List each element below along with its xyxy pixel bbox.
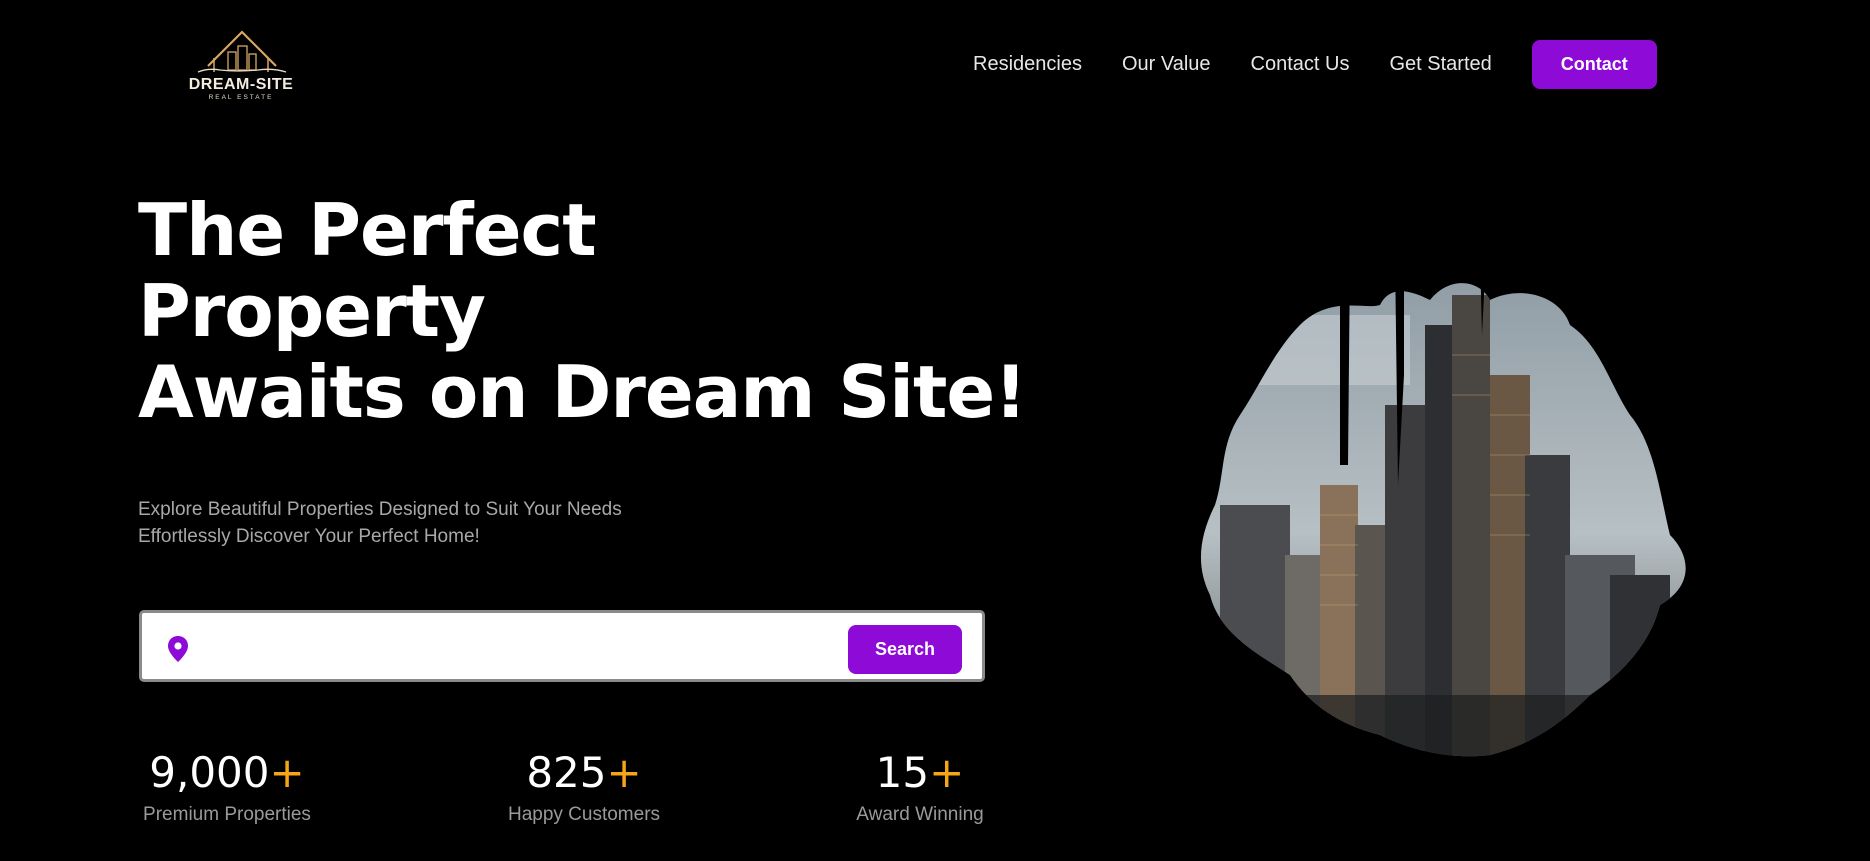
stat-happy-customers: 825+ Happy Customers (502, 748, 666, 826)
stat-value: 15+ (875, 748, 965, 797)
search-button[interactable]: Search (848, 625, 962, 674)
contact-button[interactable]: Contact (1531, 40, 1657, 89)
stat-award-winning: 15+ Award Winning (852, 748, 988, 826)
hero-subtitle-line: Explore Beautiful Properties Designed to… (138, 499, 622, 520)
house-skyline-icon (197, 30, 287, 73)
stat-value: 9,000+ (149, 748, 305, 797)
city-skyline-image (1200, 255, 1686, 757)
hero-subtitle: Explore Beautiful Properties Designed to… (138, 496, 622, 550)
brand-name: DREAM-SITE (188, 76, 294, 93)
stat-label: Award Winning (856, 804, 984, 825)
brand-logo[interactable]: DREAM-SITE REAL ESTATE (188, 26, 294, 102)
nav-link-get-started[interactable]: Get Started (1389, 53, 1491, 76)
hero-title-line: Property (138, 269, 486, 353)
brand-tagline: REAL ESTATE (208, 94, 274, 101)
stat-label: Premium Properties (143, 804, 311, 825)
hero-subtitle-line: Effortlessly Discover Your Perfect Home! (138, 526, 480, 547)
hero-title-line: The Perfect (138, 188, 597, 272)
search-bar: Search (139, 610, 985, 682)
location-pin-icon (168, 636, 188, 662)
hero-title-line: Awaits on Dream Site! (138, 350, 1027, 434)
main-nav: Residencies Our Value Contact Us Get Sta… (973, 40, 1657, 89)
stat-label: Happy Customers (507, 804, 661, 825)
hero-title: The Perfect Property Awaits on Dream Sit… (138, 188, 1027, 434)
search-input[interactable] (206, 631, 780, 667)
stat-value: 825+ (526, 748, 642, 797)
stat-premium-properties: 9,000+ Premium Properties (139, 748, 315, 826)
nav-link-contact-us[interactable]: Contact Us (1251, 53, 1350, 76)
nav-link-residencies[interactable]: Residencies (973, 53, 1082, 76)
nav-link-our-value[interactable]: Our Value (1122, 53, 1211, 76)
